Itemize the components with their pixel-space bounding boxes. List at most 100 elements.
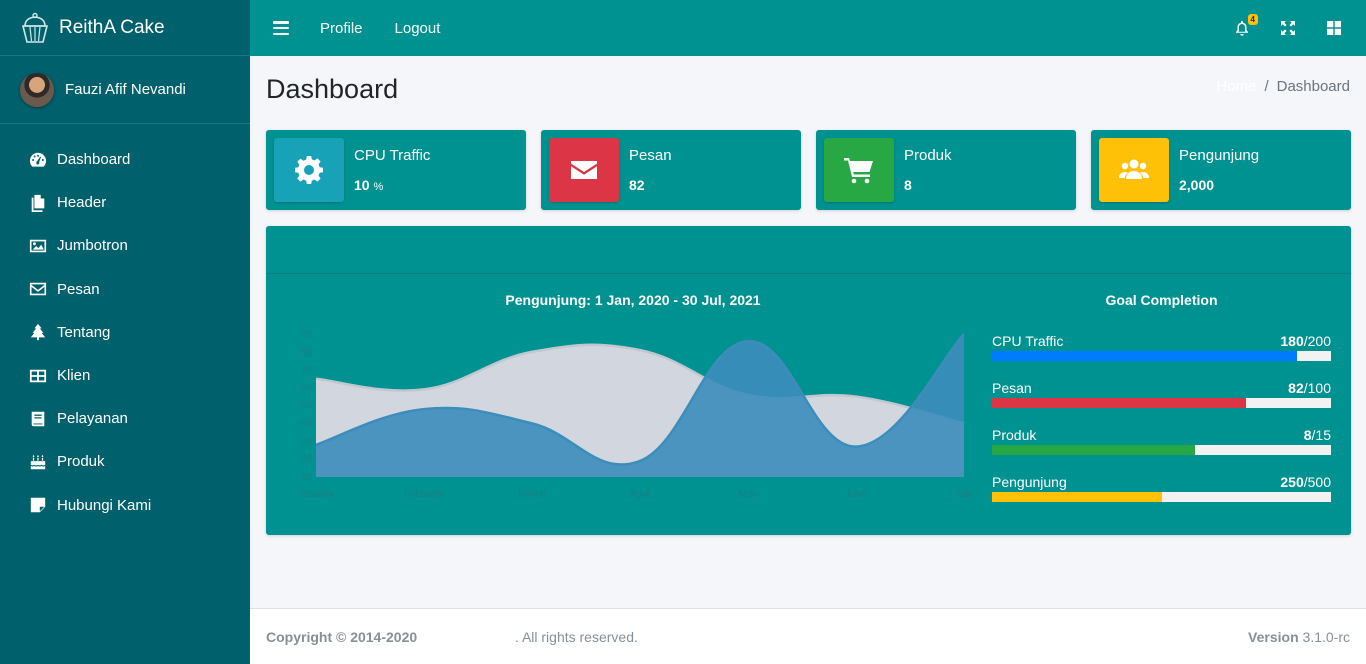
breadcrumb: Home / Dashboard xyxy=(1216,78,1350,95)
sidebar-item-tentang[interactable]: Tentang xyxy=(0,311,250,354)
x-tick-label: May xyxy=(739,489,758,500)
footer-copyright: Copyright © 2014-2020 . All rights reser… xyxy=(266,629,638,645)
y-tick-label: 80 xyxy=(301,347,313,358)
users-icon xyxy=(1099,138,1169,202)
notifications-bell-icon[interactable]: 4 xyxy=(1232,14,1258,38)
cupcake-logo-icon xyxy=(21,12,49,43)
page-title: Dashboard xyxy=(266,74,399,104)
sidebar-item-label: Jumbotron xyxy=(57,237,128,255)
book-icon xyxy=(28,409,48,429)
th-large-icon xyxy=(28,366,48,386)
y-tick-label: 90 xyxy=(301,329,313,340)
goal-label: Pesan xyxy=(992,380,1032,396)
area-chart-svg: 10 20 30 40 50 60 70 80 90 January February March Ap… xyxy=(298,329,973,500)
progress-bar xyxy=(992,492,1331,502)
goal-cpu-traffic: CPU Traffic 180/200 xyxy=(992,333,1331,361)
info-box-label: Pengunjung xyxy=(1179,147,1260,164)
sidebar-item-label: Hubungi Kami xyxy=(57,496,152,514)
nav-link-logout[interactable]: Logout xyxy=(395,20,441,37)
goal-pengunjung: Pengunjung 250/500 xyxy=(992,474,1331,502)
navbar-right: 4 xyxy=(1206,0,1344,56)
info-box-cpu-traffic: CPU Traffic 10 % xyxy=(266,130,526,210)
x-tick-label: January xyxy=(298,489,334,500)
content-wrapper: Dashboard Home / Dashboard CPU Traffic 1… xyxy=(250,56,1366,608)
tree-icon xyxy=(28,322,48,342)
visitors-chart: Pengunjung: 1 Jan, 2020 - 30 Jul, 2021 1… xyxy=(288,292,998,517)
sidebar-nav: Dashboard Header Jumbotron Pesan Tentang… xyxy=(0,124,250,527)
report-card: Pengunjung: 1 Jan, 2020 - 30 Jul, 2021 1… xyxy=(266,226,1351,535)
sidebar-item-pelayanan[interactable]: Pelayanan xyxy=(0,397,250,440)
goal-label: Pengunjung xyxy=(992,474,1067,490)
sidebar-item-header[interactable]: Header xyxy=(0,181,250,224)
progress-bar xyxy=(992,351,1331,361)
birthday-cake-icon xyxy=(28,452,48,472)
info-box-value: 10 xyxy=(354,177,370,193)
sidebar-item-pesan[interactable]: Pesan xyxy=(0,268,250,311)
x-tick-label: April xyxy=(630,489,650,500)
goal-total: /500 xyxy=(1303,474,1331,490)
nav-link-profile[interactable]: Profile xyxy=(320,20,363,37)
info-box-content: Pesan 82 xyxy=(629,147,672,193)
progress-bar-fill xyxy=(992,492,1162,502)
goal-label: CPU Traffic xyxy=(992,333,1064,349)
y-tick-label: 40 xyxy=(301,418,313,429)
y-tick-label: 10 xyxy=(301,472,313,483)
goal-total: /100 xyxy=(1303,380,1331,396)
goal-current: 180 xyxy=(1280,333,1304,349)
sidebar-item-hubungi-kami[interactable]: Hubungi Kami xyxy=(0,484,250,527)
info-box-label: Pesan xyxy=(629,147,672,164)
y-tick-label: 30 xyxy=(301,436,313,447)
goal-total: /15 xyxy=(1311,427,1331,443)
info-box-unit: % xyxy=(373,181,384,193)
top-navbar: Profile Logout 4 xyxy=(250,0,1366,56)
fullscreen-icon[interactable] xyxy=(1278,18,1298,38)
goal-value: 180/200 xyxy=(1280,333,1331,349)
copyright-text: Copyright © 2014-2020 xyxy=(266,628,418,645)
info-box-value: 2,000 xyxy=(1179,177,1215,193)
info-box-label: Produk xyxy=(904,147,952,164)
goal-total: /200 xyxy=(1303,333,1331,349)
user-panel[interactable]: Fauzi Afif Nevandi xyxy=(0,56,250,124)
copy-icon xyxy=(28,193,48,213)
x-tick-label: March xyxy=(518,489,546,500)
sidebar-item-label: Pesan xyxy=(57,280,100,298)
goal-current: 250 xyxy=(1280,474,1304,490)
tachometer-icon xyxy=(28,150,48,170)
sidebar-item-klien[interactable]: Klien xyxy=(0,354,250,397)
avatar[interactable] xyxy=(20,72,54,107)
shopping-cart-icon xyxy=(824,138,894,202)
sidebar-item-dashboard[interactable]: Dashboard xyxy=(0,138,250,181)
control-sidebar-icon[interactable] xyxy=(1324,18,1344,38)
info-box-label: CPU Traffic xyxy=(354,147,431,164)
goal-value: 82/100 xyxy=(1288,380,1331,396)
sidebar-item-label: Header xyxy=(57,194,107,212)
user-name[interactable]: Fauzi Afif Nevandi xyxy=(65,81,186,98)
goal-current: 82 xyxy=(1288,380,1304,396)
sidebar-item-produk[interactable]: Produk xyxy=(0,440,250,483)
x-tick-label: July xyxy=(955,489,973,500)
sidebar-item-label: Tentang xyxy=(57,323,111,341)
goal-value: 8/15 xyxy=(1304,427,1331,443)
brand-name: ReithA Cake xyxy=(59,16,165,38)
goal-pesan: Pesan 82/100 xyxy=(992,380,1331,408)
menu-toggle-icon[interactable] xyxy=(273,21,289,35)
sidebar-item-jumbotron[interactable]: Jumbotron xyxy=(0,224,250,267)
sidebar-item-label: Produk xyxy=(57,453,105,471)
info-box-pesan: Pesan 82 xyxy=(541,130,801,210)
info-box-pengunjung: Pengunjung 2,000 xyxy=(1091,130,1351,210)
card-header xyxy=(266,226,1351,274)
envelope-icon xyxy=(28,279,48,299)
goal-value: 250/500 xyxy=(1280,474,1331,490)
sidebar-item-label: Pelayanan xyxy=(57,410,128,428)
progress-bar xyxy=(992,445,1331,455)
sidebar: ReithA Cake Fauzi Afif Nevandi Dashboard… xyxy=(0,0,250,664)
info-box-value: 8 xyxy=(904,177,912,193)
info-box-content: CPU Traffic 10 % xyxy=(354,147,430,193)
goal-produk: Produk 8/15 xyxy=(992,427,1331,455)
breadcrumb-separator: / xyxy=(1264,78,1269,95)
brand-link[interactable]: ReithA Cake xyxy=(0,0,250,56)
y-tick-label: 50 xyxy=(301,401,313,412)
version-label: Version xyxy=(1248,628,1299,645)
breadcrumb-home-link[interactable]: Home xyxy=(1216,78,1256,95)
gear-icon xyxy=(274,138,344,202)
